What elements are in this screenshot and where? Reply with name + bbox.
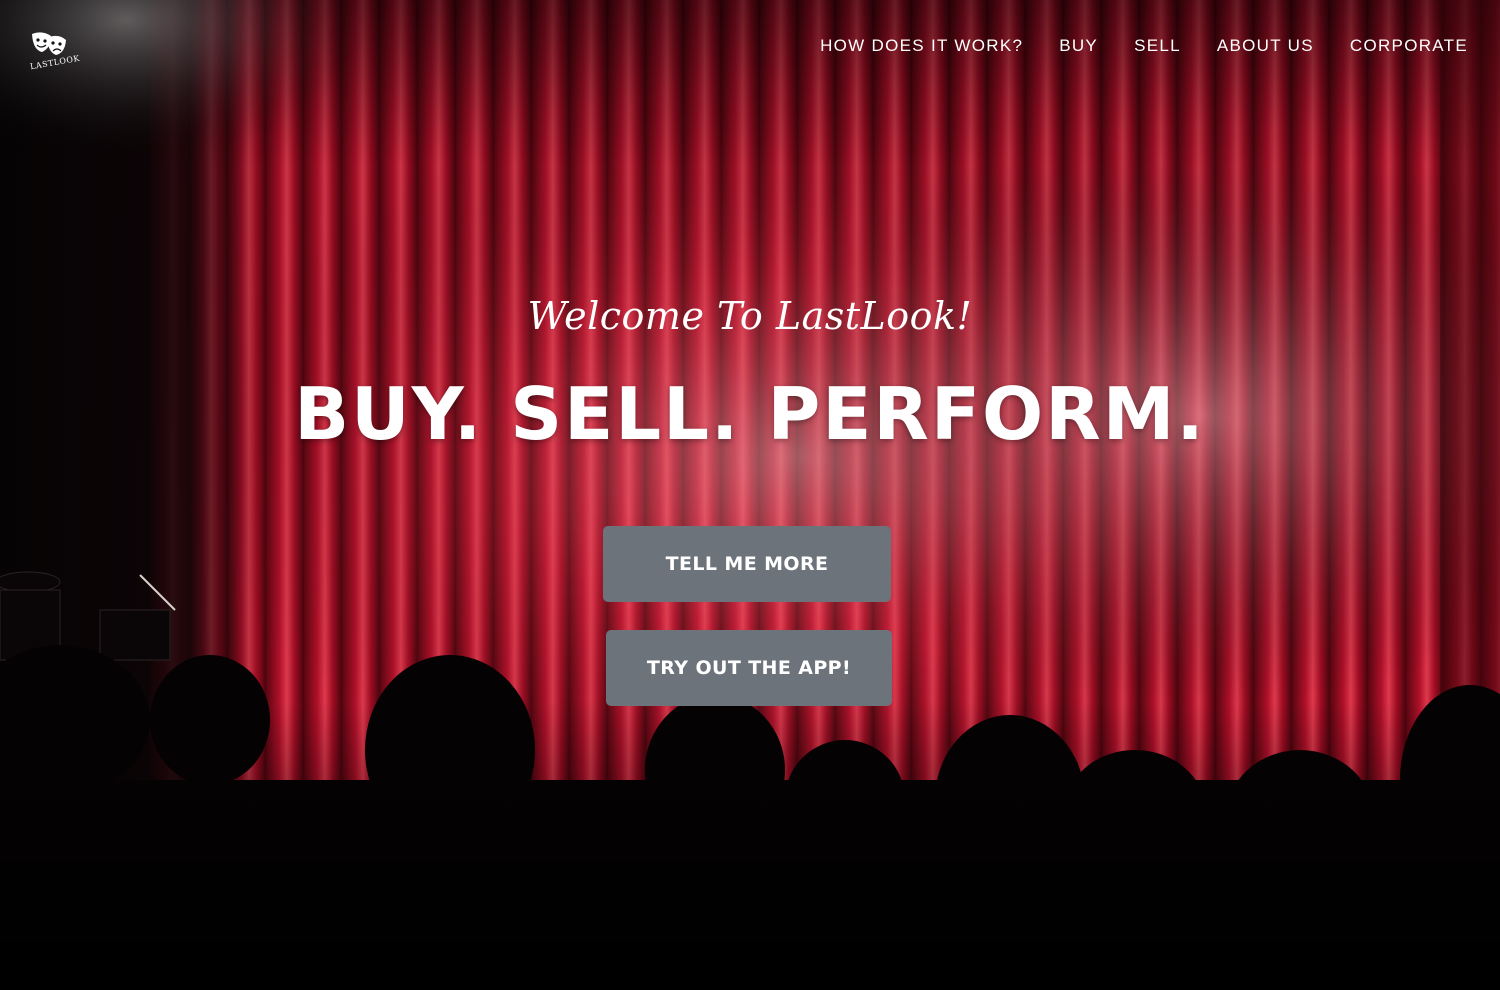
theater-background-image (0, 0, 1500, 990)
welcome-subtitle: Welcome To LastLook! (527, 294, 973, 338)
try-out-app-button[interactable]: TRY OUT THE APP! (606, 630, 892, 706)
tell-me-more-button[interactable]: TELL ME MORE (603, 526, 891, 602)
nav-item-buy[interactable]: BUY (1059, 36, 1098, 56)
nav-item-corporate[interactable]: CORPORATE (1350, 36, 1468, 56)
hero-section: LASTLOOK HOW DOES IT WORK? BUY SELL ABOU… (0, 0, 1500, 990)
main-nav: HOW DOES IT WORK? BUY SELL ABOUT US CORP… (820, 36, 1468, 56)
brand-logo[interactable]: LASTLOOK (18, 28, 90, 72)
nav-item-about-us[interactable]: ABOUT US (1217, 36, 1314, 56)
hero-headline: BUY. SELL. PERFORM. (294, 372, 1206, 456)
nav-item-how-does-it-work[interactable]: HOW DOES IT WORK? (820, 36, 1023, 56)
nav-item-sell[interactable]: SELL (1134, 36, 1181, 56)
